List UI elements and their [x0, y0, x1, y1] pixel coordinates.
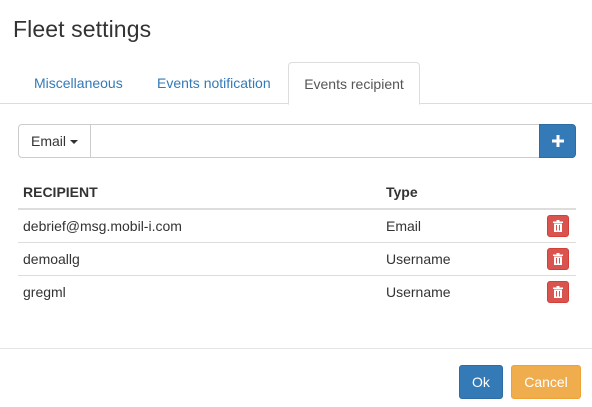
dialog-title: Fleet settings	[13, 16, 152, 42]
trash-icon	[553, 219, 563, 232]
recipients-table: RECIPIENT Type debrief@msg.mobil-i.com E…	[18, 176, 576, 308]
table-row: debrief@msg.mobil-i.com Email	[18, 209, 576, 242]
actions-cell	[531, 209, 576, 242]
actions-cell	[531, 274, 576, 308]
add-recipient-form: Email	[18, 124, 576, 158]
actions-cell	[531, 241, 576, 275]
plus-icon	[552, 135, 564, 147]
trash-icon	[553, 285, 563, 298]
delete-button[interactable]	[547, 247, 569, 270]
table-row: demoallg Username	[18, 241, 576, 275]
delete-button[interactable]	[547, 214, 569, 237]
tab-events-notification[interactable]: Events notification	[157, 62, 271, 104]
tab-events-recipient[interactable]: Events recipient	[288, 62, 420, 105]
add-recipient-button[interactable]	[539, 124, 576, 158]
table-row: gregml Username	[18, 274, 576, 308]
caret-down-icon	[70, 140, 79, 145]
type-cell: Username	[381, 274, 531, 308]
tab-miscellaneous[interactable]: Miscellaneous	[34, 62, 123, 104]
column-header-recipient: RECIPIENT	[18, 176, 381, 210]
ok-button[interactable]: Ok	[459, 365, 503, 399]
table-header-row: RECIPIENT Type	[18, 176, 576, 210]
recipient-type-label: Email	[31, 133, 67, 149]
column-header-actions	[531, 176, 576, 210]
recipient-cell: demoallg	[18, 241, 381, 275]
recipient-cell: debrief@msg.mobil-i.com	[23, 217, 182, 234]
trash-icon	[553, 252, 563, 265]
type-cell: Email	[386, 217, 422, 234]
recipient-input[interactable]	[90, 124, 540, 158]
delete-button[interactable]	[547, 280, 569, 303]
column-header-type: Type	[381, 176, 531, 210]
type-cell: Username	[381, 241, 531, 275]
cancel-button[interactable]: Cancel	[511, 365, 581, 399]
recipient-type-dropdown[interactable]: Email	[18, 124, 91, 158]
tab-bar: Miscellaneous Events notification Events…	[0, 62, 592, 105]
dialog-footer: Ok Cancel	[0, 348, 592, 407]
recipient-cell: gregml	[18, 274, 381, 308]
